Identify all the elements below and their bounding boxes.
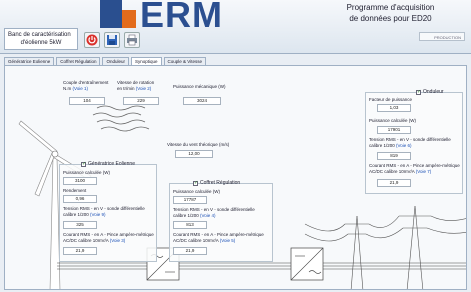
vent-label: Vitesse du vent théorique (m/s) [167, 142, 230, 147]
coffret-courant-value: 21,9 [173, 247, 207, 255]
logo-block-orange [122, 10, 136, 28]
ond-facteur-value: 1,03 [377, 104, 411, 112]
app-title-line1: Programme d'acquisition [346, 3, 435, 12]
ond-puissance-value: 17901 [377, 126, 411, 134]
puissance-meca-label: Puissance mécanique (W) [173, 84, 226, 89]
coffret-courant-channel-link[interactable]: (Voie 5) [220, 238, 236, 243]
couple-value: 104 [69, 97, 105, 105]
print-button[interactable] [124, 32, 140, 48]
ond-courant-channel-link[interactable]: (Voie 7) [416, 169, 432, 174]
gen-rendement-value: 0,96 [63, 195, 97, 203]
wind-lines [92, 105, 150, 132]
bench-title-line1: Banc de caractérisation [8, 32, 71, 38]
gen-tension-value: 325 [63, 221, 97, 229]
puissance-meca-value: 3024 [183, 97, 221, 105]
ond-tension-label: Tension RMS - en V - sonde différentiell… [369, 137, 451, 148]
coffret-puissance-value: 17787 [173, 196, 207, 204]
bench-title: Banc de caractérisation d'éolienne 5kW [4, 28, 78, 50]
gen-courant-label: Courant RMS - en A - Pince ampère-métriq… [63, 232, 154, 243]
app-title-line2: de données pour ED20 [349, 14, 432, 23]
coffret-tension-channel-link[interactable]: (Voie 4) [200, 213, 216, 218]
ond-puissance-label: Puissance calculée (W) [369, 118, 417, 123]
coffret-puissance-label: Puissance calculée (W) [173, 189, 221, 194]
vitesse-label: Vitesse de rotation en tr/min (Voie 2) [117, 80, 155, 91]
inverter-symbol [290, 247, 324, 281]
coffret-tension-value: 813 [173, 221, 207, 229]
vitesse-value: 229 [123, 97, 159, 105]
power-button[interactable] [84, 32, 100, 48]
couple-channel-link[interactable]: (Voie 1) [73, 86, 89, 91]
ond-tension-channel-link[interactable]: (Voie 6) [396, 143, 412, 148]
gen-rendement-label: Rendement [63, 188, 87, 193]
gen-tension-channel-link[interactable]: (Voie 9) [90, 212, 106, 217]
generatrice-title: Génératrice Eolienne [81, 161, 135, 167]
generatrice-checkbox[interactable] [81, 161, 86, 167]
vitesse-channel-link[interactable]: (Voie 2) [136, 86, 152, 91]
print-icon [127, 34, 137, 46]
coffret-tension-label: Tension RMS - en V - sonde différentiell… [173, 207, 255, 218]
logo: ERM [140, 0, 223, 35]
gen-tension-label: Tension RMS - en V - sonde différentiell… [63, 206, 145, 217]
synoptic-panel: Couple d'entraînement N.m (Voie 1) 104 V… [4, 65, 467, 290]
logo-block-blue [100, 0, 122, 28]
couple-label: Couple d'entraînement N.m (Voie 1) [63, 80, 109, 91]
vent-value: 12,00 [175, 150, 213, 158]
power-pylons [304, 205, 466, 289]
mode-indicator: PRODUCTION [419, 32, 465, 41]
gen-courant-value: 21,9 [63, 247, 97, 255]
power-icon [86, 34, 98, 46]
ond-courant-label: Courant RMS - en A - Pince ampère-métriq… [369, 163, 460, 174]
header-bar: ERM Programme d'acquisition de données p… [0, 0, 471, 54]
gen-courant-channel-link[interactable]: (Voie 3) [110, 238, 126, 243]
coffret-checkbox[interactable] [193, 180, 198, 186]
ond-tension-value: 819 [377, 152, 411, 160]
coffret-title: Coffret Régulation [193, 180, 240, 186]
ond-facteur-label: Facteur de puissance [369, 97, 413, 102]
save-icon [107, 35, 117, 45]
onduleur-checkbox[interactable] [416, 89, 421, 95]
save-button[interactable] [104, 32, 120, 48]
gen-puissance-label: Puissance calculée (W) [63, 170, 111, 175]
bench-title-line2: d'éolienne 5kW [20, 40, 62, 46]
ond-courant-value: 21,9 [377, 179, 411, 187]
gen-puissance-value: 3100 [63, 177, 97, 185]
coffret-courant-label: Courant RMS - en A - Pince ampère-métriq… [173, 232, 264, 243]
onduleur-title: Onduleur [416, 89, 444, 95]
app-title: Programme d'acquisition de données pour … [318, 2, 463, 24]
